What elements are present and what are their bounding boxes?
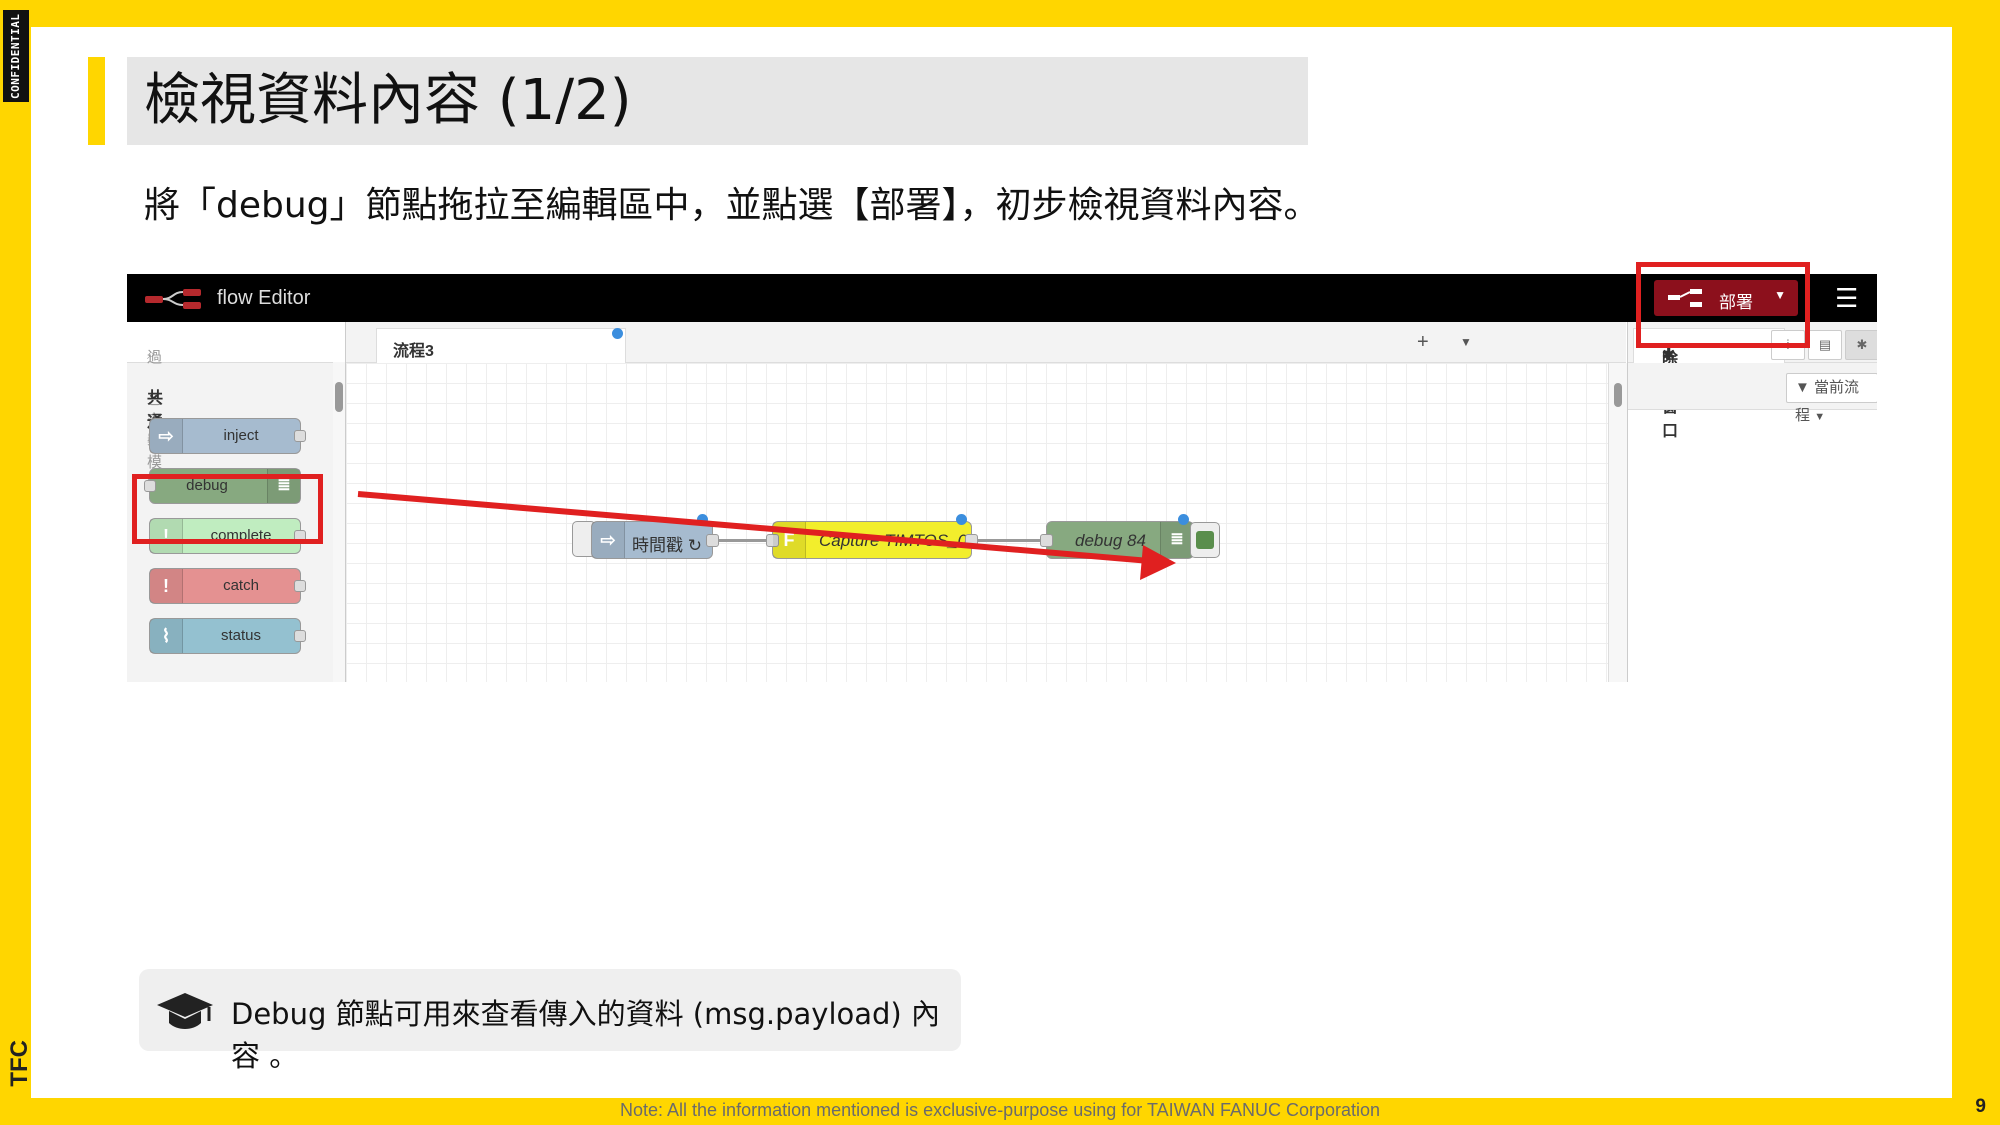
note-box: Debug 節點可用來查看傳入的資料 (msg.payload) 內容 。 — [139, 969, 961, 1073]
highlight-debug-node — [132, 474, 323, 544]
footer-note: Note: All the information mentioned is e… — [620, 1100, 1380, 1120]
annotation-layer — [357, 491, 1176, 580]
note-text: Debug 節點可用來查看傳入的資料 (msg.payload) 內容 。 — [231, 997, 940, 1073]
page-number: 9 — [1975, 1096, 1986, 1117]
graduation-cap-icon — [157, 987, 213, 1037]
highlight-deploy-button — [1636, 262, 1810, 348]
drag-arrow-line — [357, 491, 1151, 564]
drag-arrow-head-icon — [1140, 545, 1176, 580]
